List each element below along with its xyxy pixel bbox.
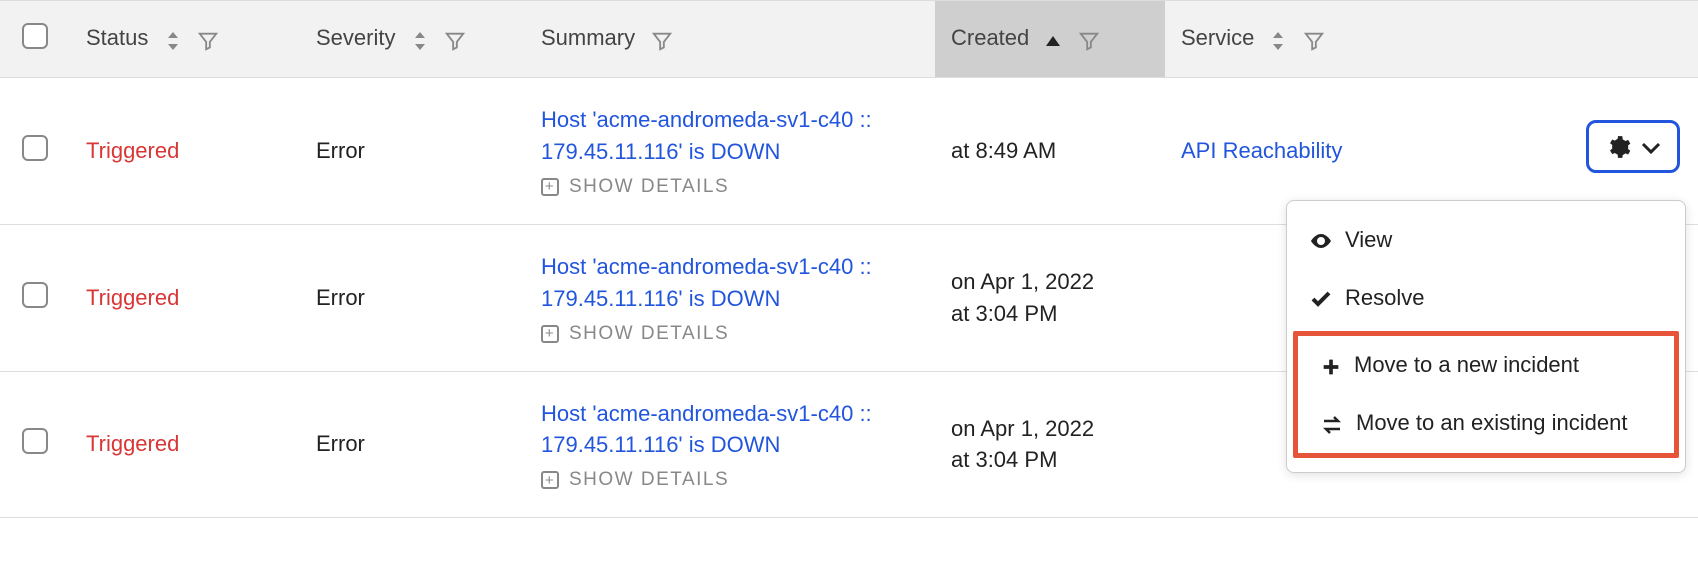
severity-value: Error bbox=[316, 285, 365, 310]
created-line2: at 3:04 PM bbox=[951, 298, 1149, 330]
eye-icon bbox=[1309, 227, 1333, 253]
created-line1: at 8:49 AM bbox=[951, 135, 1149, 167]
service-link[interactable]: API Reachability bbox=[1181, 138, 1342, 163]
menu-item-view[interactable]: View bbox=[1287, 211, 1685, 269]
severity-value: Error bbox=[316, 431, 365, 456]
menu-item-resolve[interactable]: Resolve bbox=[1287, 269, 1685, 327]
column-label: Service bbox=[1181, 25, 1254, 50]
row-actions-button[interactable] bbox=[1586, 120, 1680, 173]
menu-label: Move to an existing incident bbox=[1356, 410, 1628, 436]
chevron-down-icon bbox=[1641, 134, 1661, 160]
status-value: Triggered bbox=[86, 431, 179, 456]
sort-icon[interactable] bbox=[165, 27, 181, 53]
column-header-status[interactable]: Status bbox=[70, 1, 300, 78]
status-value: Triggered bbox=[86, 285, 179, 310]
summary-link[interactable]: Host 'acme-andromeda-sv1-c40 :: 179.45.1… bbox=[541, 104, 919, 168]
column-header-checkbox bbox=[0, 1, 70, 78]
show-details-toggle[interactable]: + SHOW DETAILS bbox=[541, 176, 919, 198]
show-details-toggle[interactable]: + SHOW DETAILS bbox=[541, 323, 919, 345]
show-details-label: SHOW DETAILS bbox=[569, 323, 729, 345]
check-icon bbox=[1309, 285, 1333, 311]
filter-icon[interactable] bbox=[651, 27, 673, 53]
created-line1: on Apr 1, 2022 bbox=[951, 266, 1149, 298]
column-header-severity[interactable]: Severity bbox=[300, 1, 525, 78]
column-header-created[interactable]: Created bbox=[935, 1, 1165, 78]
menu-label: Resolve bbox=[1345, 285, 1424, 311]
expand-icon: + bbox=[541, 178, 559, 196]
gear-icon bbox=[1605, 133, 1631, 160]
menu-label: Move to a new incident bbox=[1354, 352, 1579, 378]
filter-icon[interactable] bbox=[197, 27, 219, 53]
row-checkbox[interactable] bbox=[22, 428, 48, 454]
filter-icon[interactable] bbox=[1303, 27, 1325, 53]
filter-icon[interactable] bbox=[444, 27, 466, 53]
summary-link[interactable]: Host 'acme-andromeda-sv1-c40 :: 179.45.1… bbox=[541, 251, 919, 315]
column-label: Status bbox=[86, 25, 148, 50]
filter-icon[interactable] bbox=[1078, 27, 1100, 53]
sort-icon[interactable] bbox=[1270, 27, 1286, 53]
row-actions-menu: View Resolve Move to a new incident Move… bbox=[1286, 200, 1686, 473]
sort-icon[interactable] bbox=[412, 27, 428, 53]
column-label: Severity bbox=[316, 25, 395, 50]
status-value: Triggered bbox=[86, 138, 179, 163]
sort-asc-icon[interactable] bbox=[1045, 27, 1061, 53]
created-line1: on Apr 1, 2022 bbox=[951, 413, 1149, 445]
table-header-row: Status Severity Summary bbox=[0, 1, 1698, 78]
show-details-label: SHOW DETAILS bbox=[569, 176, 729, 198]
summary-link[interactable]: Host 'acme-andromeda-sv1-c40 :: 179.45.1… bbox=[541, 398, 919, 462]
row-checkbox[interactable] bbox=[22, 282, 48, 308]
column-header-service[interactable]: Service bbox=[1165, 1, 1698, 78]
column-label: Summary bbox=[541, 25, 635, 50]
column-label: Created bbox=[951, 25, 1029, 50]
menu-item-move-new[interactable]: Move to a new incident bbox=[1298, 336, 1674, 394]
select-all-checkbox[interactable] bbox=[22, 23, 48, 49]
menu-item-move-existing[interactable]: Move to an existing incident bbox=[1298, 394, 1674, 452]
severity-value: Error bbox=[316, 138, 365, 163]
column-header-summary[interactable]: Summary bbox=[525, 1, 935, 78]
show-details-toggle[interactable]: + SHOW DETAILS bbox=[541, 469, 919, 491]
plus-icon bbox=[1320, 352, 1342, 378]
highlighted-menu-group: Move to a new incident Move to an existi… bbox=[1293, 331, 1679, 457]
created-line2: at 3:04 PM bbox=[951, 444, 1149, 476]
menu-label: View bbox=[1345, 227, 1392, 253]
swap-icon bbox=[1320, 410, 1344, 436]
show-details-label: SHOW DETAILS bbox=[569, 469, 729, 491]
expand-icon: + bbox=[541, 471, 559, 489]
expand-icon: + bbox=[541, 325, 559, 343]
row-checkbox[interactable] bbox=[22, 135, 48, 161]
